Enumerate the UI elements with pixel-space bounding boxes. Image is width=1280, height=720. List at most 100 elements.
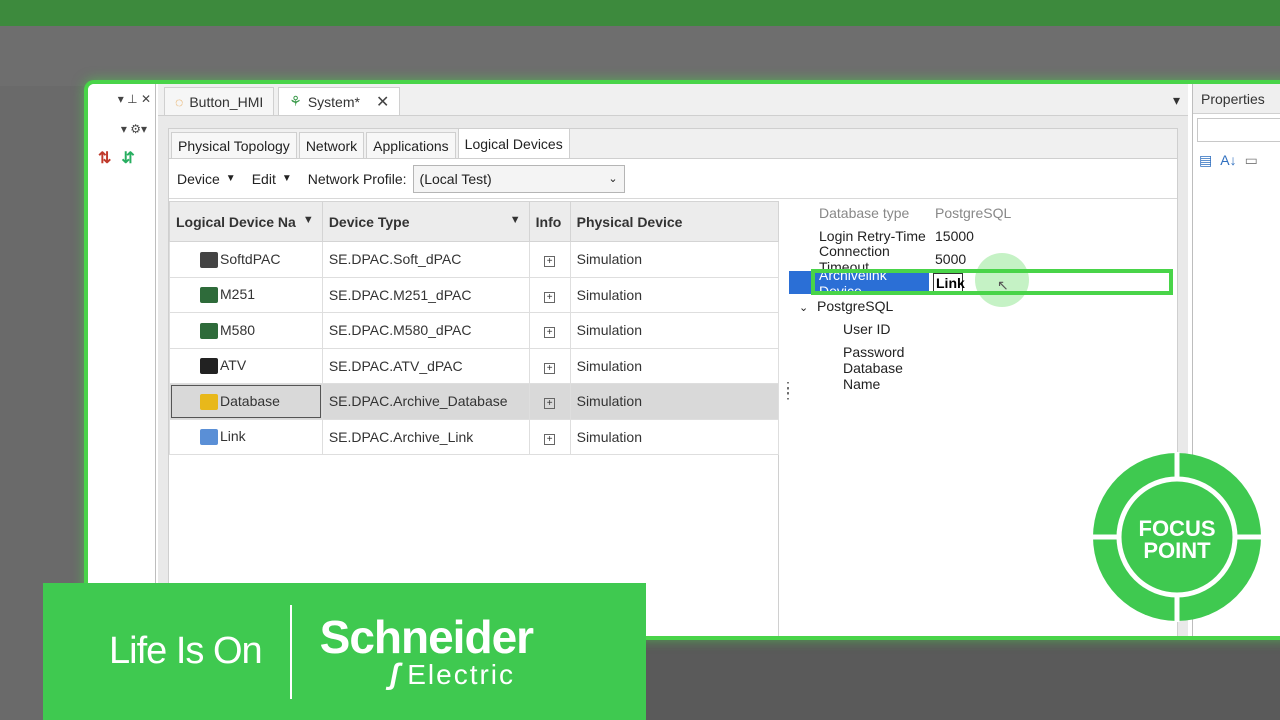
info-cell[interactable]: + — [528, 312, 571, 349]
property-name: Login Retry-Time — [789, 228, 929, 244]
pane-tool-dropdown[interactable]: ▾ ⚙▾ — [88, 114, 155, 144]
device-icon — [200, 287, 218, 304]
property-name-text: Database Name — [843, 359, 903, 392]
tab-label: Button_HMI — [189, 93, 264, 110]
table-row[interactable]: ATV SE.DPAC.ATV_dPAC + Simulation — [169, 347, 780, 384]
device-name-cell[interactable]: Database — [169, 383, 323, 420]
chevron-down-icon[interactable]: ▼ — [226, 173, 236, 184]
tab-system[interactable]: ⚘ System* ✕ — [278, 87, 401, 115]
device-type-cell[interactable]: SE.DPAC.M580_dPAC — [321, 312, 530, 349]
device-type-cell[interactable]: SE.DPAC.Archive_Link — [321, 418, 530, 455]
alphabetical-sort-icon[interactable]: A↓ — [1220, 152, 1236, 169]
pane-controls[interactable]: ▾ ⊥ ✕ — [88, 84, 155, 114]
table-row[interactable]: M251 SE.DPAC.M251_dPAC + Simulation — [169, 276, 780, 313]
info-cell[interactable]: + — [528, 241, 571, 278]
chevron-down-icon[interactable]: ▼ — [282, 173, 292, 184]
property-row[interactable]: Database type PostgreSQL — [789, 201, 1175, 224]
device-type-cell[interactable]: SE.DPAC.ATV_dPAC — [321, 347, 530, 384]
properties-object-field[interactable] — [1197, 118, 1280, 142]
property-name: Database Name — [789, 360, 929, 392]
device-type-cell[interactable]: SE.DPAC.M251_dPAC — [321, 276, 530, 313]
property-pages-icon[interactable]: ▭ — [1245, 152, 1258, 169]
tab-logical-devices[interactable]: Logical Devices — [457, 128, 570, 158]
device-name: ATV — [220, 357, 247, 374]
physical-device-cell[interactable]: Simulation — [569, 312, 780, 349]
hmi-icon: ◌ — [175, 93, 184, 110]
logo-mark-icon: ʃ — [389, 657, 402, 691]
expand-icon[interactable]: + — [544, 433, 556, 445]
device-name-cell[interactable]: M580 — [169, 312, 323, 349]
expand-icon[interactable]: + — [544, 398, 556, 410]
brand-banner: Life Is On Schneider ʃ Electric — [43, 583, 646, 720]
device-name-cell[interactable]: SoftdPAC — [169, 241, 323, 278]
property-row[interactable]: Database Name — [789, 360, 1175, 392]
sort-ascending-icon[interactable]: ⇅ — [98, 148, 111, 168]
physical-device-cell[interactable]: Simulation — [569, 241, 780, 278]
company-name: Schneider — [319, 610, 534, 663]
network-profile-label: Network Profile: — [307, 170, 407, 187]
column-header-device-type[interactable]: Device Type ▼ — [321, 201, 530, 242]
device-icon — [200, 251, 218, 268]
property-row[interactable]: User ID — [789, 317, 1175, 340]
device-name: Database — [220, 392, 280, 409]
filter-icon[interactable]: ▼ — [303, 214, 314, 226]
info-cell[interactable]: + — [528, 276, 571, 313]
physical-device-cell[interactable]: Simulation — [569, 347, 780, 384]
property-name: User ID — [789, 321, 929, 337]
company-sub: ʃ Electric — [389, 657, 533, 691]
property-value: 5000 — [935, 251, 967, 268]
table-row[interactable]: Database SE.DPAC.Archive_Database + Simulat… — [169, 383, 780, 420]
property-name-text: Database type — [819, 204, 910, 221]
table-row[interactable]: Link SE.DPAC.Archive_Link + Simulation — [169, 418, 780, 455]
brand-divider — [289, 604, 292, 699]
device-name-cell[interactable]: M251 — [169, 276, 323, 313]
close-icon[interactable]: ✕ — [376, 92, 389, 112]
chevron-down-icon[interactable]: ⌄ — [799, 301, 817, 314]
device-icon — [200, 429, 218, 446]
table-row[interactable]: M580 SE.DPAC.M580_dPAC + Simulation — [169, 312, 780, 349]
expand-icon[interactable]: + — [544, 362, 556, 374]
expand-icon[interactable]: + — [544, 327, 556, 339]
device-type-cell[interactable]: SE.DPAC.Soft_dPAC — [321, 241, 530, 278]
info-cell[interactable]: + — [528, 383, 571, 420]
tab-network[interactable]: Network — [298, 132, 365, 158]
tab-list-menu-icon[interactable]: ▾ — [1173, 92, 1180, 109]
info-cell[interactable]: + — [528, 347, 571, 384]
network-profile-select[interactable]: (Local Test) ⌄ — [412, 164, 625, 193]
properties-pane-title: Properties — [1193, 84, 1280, 114]
column-header-physical-device[interactable]: Physical Device — [569, 201, 780, 242]
table-row[interactable]: SoftdPAC SE.DPAC.Soft_dPAC + Simulation — [169, 241, 780, 278]
info-cell[interactable]: + — [528, 418, 571, 455]
logical-devices-grid: Logical Device Na ▼ Device Type ▼ Info Phy… — [169, 201, 780, 636]
empty-row — [170, 526, 779, 562]
tab-physical-topology[interactable]: Physical Topology — [171, 132, 297, 158]
property-name: Password — [789, 344, 929, 360]
tab-button-hmi[interactable]: ◌ Button_HMI — [164, 87, 275, 115]
device-type-cell[interactable]: SE.DPAC.Archive_Database — [321, 383, 530, 420]
device-menu[interactable]: Device — [177, 171, 220, 187]
column-header-info[interactable]: Info — [528, 201, 571, 242]
categorized-icon[interactable]: ▤ — [1199, 152, 1212, 169]
physical-device-cell[interactable]: Simulation — [569, 418, 780, 455]
tab-applications[interactable]: Applications — [366, 132, 456, 158]
column-header-name[interactable]: Logical Device Na ▼ — [169, 201, 323, 242]
expand-icon[interactable]: + — [544, 256, 556, 268]
sort-icons: ⇅ ⇵ — [88, 148, 155, 168]
edit-menu[interactable]: Edit — [252, 171, 276, 187]
property-value: 15000 — [935, 227, 974, 244]
filter-icon[interactable]: ▼ — [510, 214, 521, 226]
empty-row — [170, 490, 779, 526]
device-icon — [200, 358, 218, 375]
property-name-text: Password — [843, 344, 905, 361]
device-name-cell[interactable]: ATV — [169, 347, 323, 384]
device-name-cell[interactable]: Link — [169, 418, 323, 455]
property-name-text: PostgreSQL — [817, 297, 894, 314]
sort-descending-icon[interactable]: ⇵ — [121, 148, 134, 168]
expand-icon[interactable]: + — [544, 291, 556, 303]
physical-device-cell[interactable]: Simulation — [569, 383, 780, 420]
device-name: Link — [220, 428, 246, 445]
brand-tagline: Life Is On — [109, 630, 263, 672]
device-name: M580 — [220, 321, 256, 338]
physical-device-cell[interactable]: Simulation — [569, 276, 780, 313]
topology-icon: ⚘ — [289, 93, 302, 109]
